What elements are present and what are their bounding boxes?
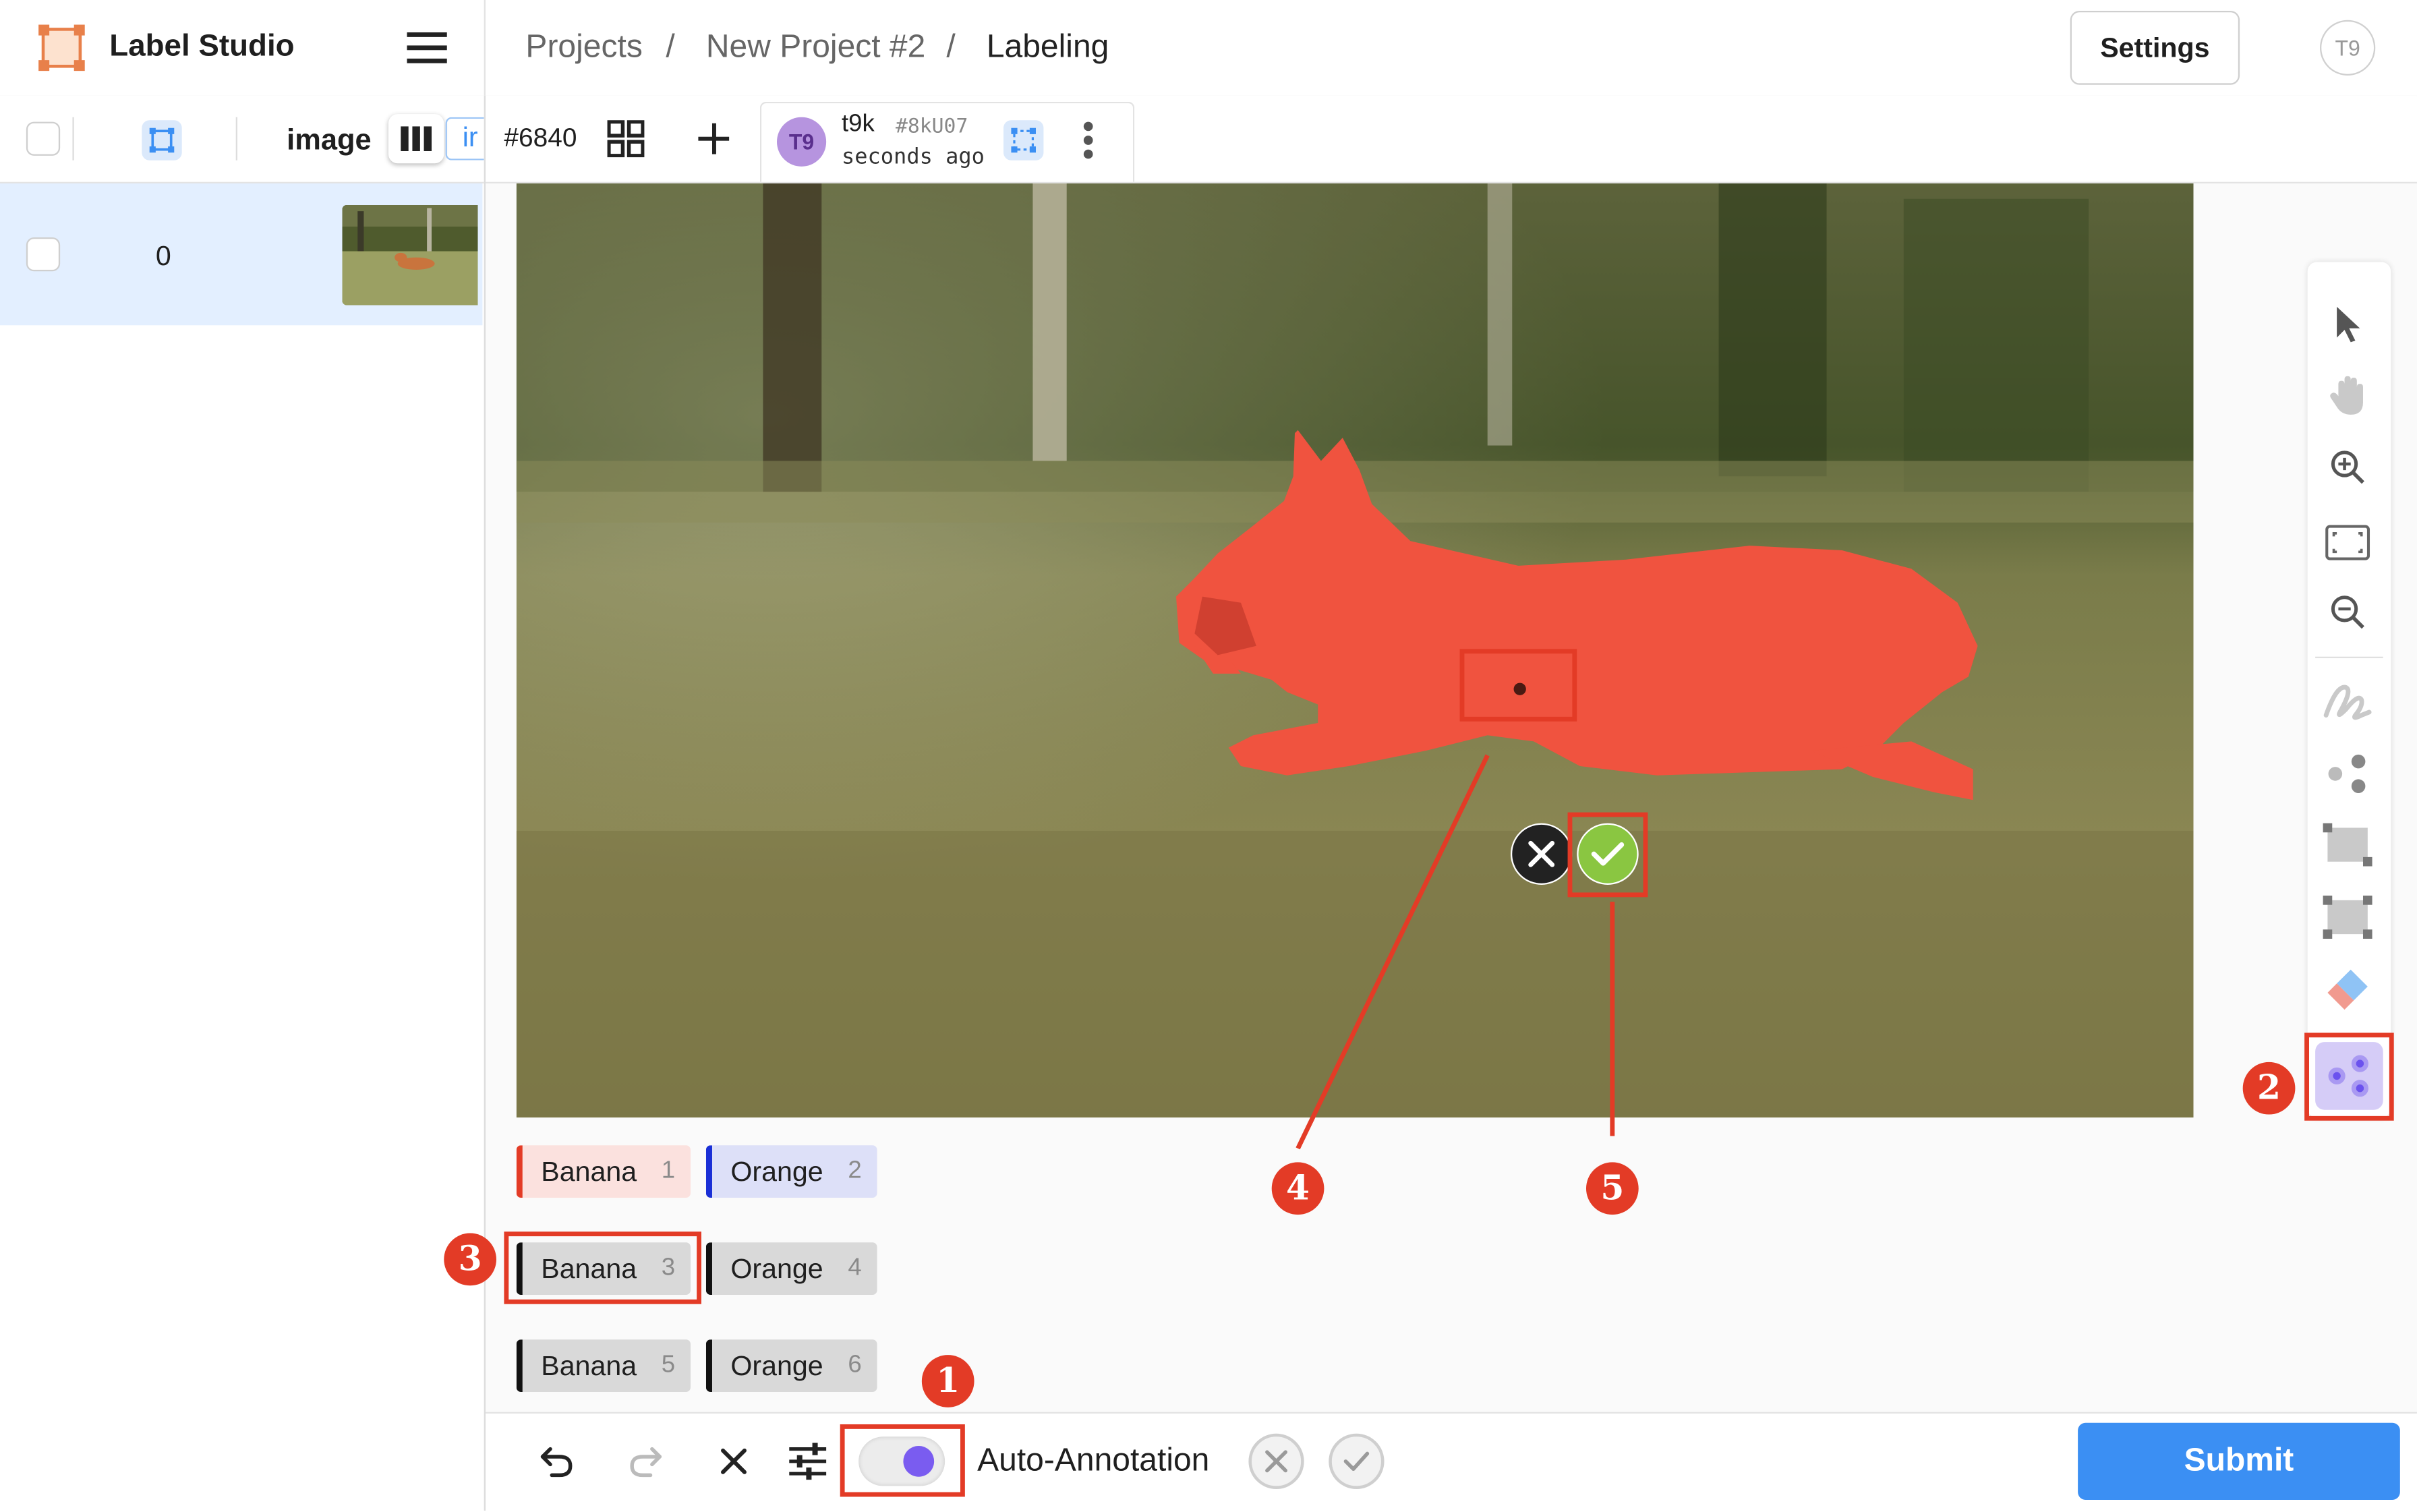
- eraser-tool-icon[interactable]: [2317, 959, 2378, 1020]
- settings-sliders-icon[interactable]: [788, 1443, 827, 1487]
- clear-icon[interactable]: [718, 1446, 749, 1484]
- rectangle-alt-tool-icon[interactable]: [2317, 886, 2378, 948]
- label-chip[interactable]: Orange 4: [705, 1242, 877, 1295]
- callout-marker-3: 3: [444, 1233, 496, 1286]
- undo-icon[interactable]: [538, 1443, 575, 1487]
- callout-marker-2: 2: [2242, 1062, 2296, 1115]
- label-text: Banana: [541, 1349, 637, 1380]
- tool-highlight-box: [2304, 1033, 2394, 1121]
- select-tool-icon[interactable]: [2317, 293, 2378, 354]
- tool-divider: [2315, 656, 2383, 658]
- reject-all-button[interactable]: [1248, 1433, 1304, 1489]
- redo-icon[interactable]: [627, 1443, 664, 1487]
- label-hotkey: 6: [848, 1351, 862, 1378]
- zoom-in-icon[interactable]: [2317, 436, 2378, 498]
- label-text: Orange: [730, 1252, 823, 1283]
- label-chip[interactable]: Banana 5: [516, 1339, 691, 1392]
- zoom-out-icon[interactable]: [2317, 581, 2378, 643]
- label-hotkey: 5: [661, 1351, 676, 1378]
- toggle-highlight-box: [840, 1424, 965, 1497]
- pan-tool-icon[interactable]: [2317, 366, 2378, 427]
- callout-marker-5: 5: [1585, 1162, 1639, 1215]
- callout-marker-1: 1: [921, 1355, 974, 1407]
- brush-tool-icon[interactable]: [2317, 670, 2378, 732]
- submit-button[interactable]: Submit: [2078, 1422, 2400, 1500]
- label-chip[interactable]: Orange 6: [705, 1339, 877, 1392]
- rectangle-tool-icon[interactable]: [2317, 814, 2378, 875]
- label-text: Banana: [541, 1155, 637, 1186]
- label-chip[interactable]: Orange 2: [705, 1145, 877, 1198]
- label-text: Orange: [730, 1155, 823, 1186]
- label-highlight-box: [504, 1231, 701, 1304]
- label-chip[interactable]: Banana 1: [516, 1145, 691, 1198]
- label-hotkey: 1: [661, 1157, 676, 1184]
- auto-annotation-label: Auto-Annotation: [977, 1443, 1210, 1478]
- fit-to-screen-icon[interactable]: [2317, 512, 2378, 573]
- callout-marker-4: 4: [1271, 1162, 1324, 1215]
- label-text: Orange: [730, 1349, 823, 1380]
- callout-lines: [1295, 754, 1615, 1150]
- keypoint-tool-icon[interactable]: [2317, 743, 2378, 805]
- label-hotkey: 4: [848, 1254, 862, 1281]
- label-hotkey: 2: [848, 1157, 862, 1184]
- accept-all-button[interactable]: [1329, 1433, 1385, 1489]
